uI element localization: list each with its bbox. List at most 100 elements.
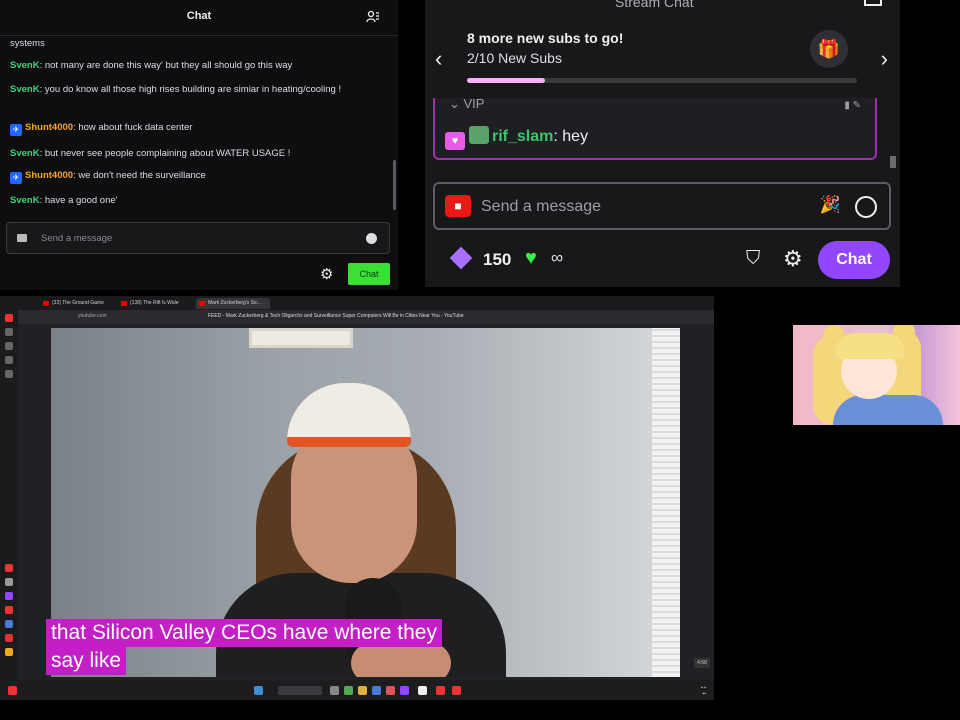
- taskbar-icon[interactable]: [436, 686, 445, 695]
- sub-goal-progress-bar: [467, 78, 857, 83]
- wall-frame: [249, 328, 353, 348]
- page-title: FEED - Mark Zuckerberg & Tech Oligarchs …: [208, 313, 464, 319]
- caption-line: say like: [46, 647, 127, 675]
- taskbar-icon[interactable]: [400, 686, 409, 695]
- sidebar-icon[interactable]: [5, 620, 13, 628]
- chevron-left-icon[interactable]: ‹: [435, 46, 442, 72]
- person-face: [291, 423, 417, 583]
- shield-icon[interactable]: ⛉: [746, 248, 760, 270]
- chat-message: ✈ Shunt4000: how about fuck data center: [10, 122, 386, 136]
- sidebar-icon[interactable]: [5, 578, 13, 586]
- taskbar-icon[interactable]: [452, 686, 461, 695]
- browser-window: (33) The Ground Game (138) The Rift Is W…: [0, 296, 714, 700]
- sidebar-icon[interactable]: [5, 606, 13, 614]
- chat-username[interactable]: Shunt4000: [25, 170, 73, 181]
- chat-header: Chat: [0, 0, 398, 36]
- sub-goal-headline: 8 more new subs to go!: [467, 30, 624, 46]
- stream-chat-title: Stream Chat: [615, 0, 694, 10]
- window-blind: [652, 328, 680, 677]
- emote-picker-icon[interactable]: [855, 196, 877, 218]
- gift-icon[interactable]: 🎁: [810, 30, 848, 68]
- chat-username[interactable]: SvenK: [10, 148, 40, 159]
- chat-input[interactable]: Send a message: [6, 222, 390, 254]
- chat-username[interactable]: rif_slam: [492, 128, 553, 145]
- os-taskbar: ▪ ▪ ▪▪: [0, 680, 714, 700]
- party-popper-icon[interactable]: 🎉: [820, 195, 841, 215]
- left-chat-panel: Chat systems SvenK: not many are done th…: [0, 0, 398, 290]
- chat-send-button[interactable]: Chat: [818, 241, 890, 279]
- sidebar-icon[interactable]: [5, 648, 13, 656]
- taskbar-icon[interactable]: [418, 686, 427, 695]
- chat-scrollbar[interactable]: [393, 160, 396, 210]
- chat-settings-gear-icon[interactable]: ⚙: [320, 265, 333, 283]
- chat-settings-gear-icon[interactable]: ⚙: [783, 246, 803, 272]
- community-icon[interactable]: [366, 10, 380, 24]
- taskbar-icon[interactable]: [358, 686, 367, 695]
- chevron-right-icon[interactable]: ›: [881, 46, 888, 72]
- browser-tab[interactable]: (138) The Rift Is Wide: [118, 298, 194, 309]
- emote-picker-icon[interactable]: [366, 233, 377, 244]
- chat-send-button[interactable]: Chat: [348, 263, 390, 285]
- sidebar-icon[interactable]: [5, 356, 13, 364]
- browser-sidebar: [0, 310, 18, 684]
- chat-message: SvenK: but never see people complaining …: [10, 148, 386, 160]
- collapse-icon[interactable]: [864, 0, 882, 6]
- channel-points-icon[interactable]: [449, 246, 473, 270]
- chat-username[interactable]: SvenK: [10, 84, 40, 95]
- chat-message: ✈ Shunt4000: we don't need the surveillan…: [10, 170, 386, 184]
- chat-title: Chat: [186, 10, 212, 22]
- sidebar-icon[interactable]: [5, 370, 13, 378]
- message-text: : but never see people complaining about…: [39, 148, 291, 159]
- sub-goal-banner: ‹ 8 more new subs to go! 2/10 New Subs 🎁…: [425, 22, 900, 92]
- chat-message: SvenK: not many are done this way' but t…: [10, 60, 386, 72]
- camera-icon[interactable]: [17, 234, 27, 242]
- prime-badge-icon: ✈: [10, 172, 22, 184]
- user-badge-icon: [469, 126, 489, 144]
- message-text: : we don't need the surveillance: [73, 170, 206, 181]
- character-bangs: [835, 333, 905, 359]
- caption-line: that Silicon Valley CEOs have where they: [46, 619, 442, 647]
- chat-message: ♥ rif_slam: hey: [445, 126, 588, 150]
- taskbar-search[interactable]: [278, 686, 322, 695]
- browser-tab[interactable]: (33) The Ground Game: [40, 298, 116, 309]
- right-chat-panel: Stream Chat ‹ 8 more new subs to go! 2/1…: [425, 0, 900, 287]
- taskbar-icon[interactable]: [372, 686, 381, 695]
- taskbar-icon[interactable]: [386, 686, 395, 695]
- video-captions: that Silicon Valley CEOs have where they…: [46, 619, 442, 675]
- sidebar-icon[interactable]: [5, 634, 13, 642]
- channel-points-count[interactable]: 150: [483, 250, 511, 270]
- start-icon[interactable]: [254, 686, 263, 695]
- chat-username[interactable]: SvenK: [10, 60, 40, 71]
- chat-username[interactable]: Shunt4000: [25, 122, 73, 133]
- browser-tab-active[interactable]: Mark Zuckerberg's Se...: [196, 298, 270, 309]
- chat-message: SvenK: you do know all those high rises …: [10, 84, 386, 96]
- sidebar-icon[interactable]: [5, 592, 13, 600]
- chat-input-placeholder: Send a message: [41, 233, 113, 244]
- youtube-icon: [199, 301, 205, 306]
- chat-scrollbar[interactable]: [890, 156, 896, 168]
- taskbar-icon[interactable]: [8, 686, 17, 695]
- pin-icon[interactable]: ▮ ✎: [844, 100, 861, 111]
- address-bar[interactable]: youtube.com FEED - Mark Zuckerberg & Tec…: [18, 310, 714, 324]
- chat-footer: 150 ♥ ∞ ⛉ ⚙ Chat: [425, 240, 900, 280]
- message-text: : have a good one': [39, 195, 118, 206]
- message-text: : you do know all those high rises build…: [39, 84, 342, 95]
- chat-input[interactable]: ■ Send a message 🎉: [433, 182, 891, 230]
- sidebar-icon[interactable]: [5, 328, 13, 336]
- sidebar-icon[interactable]: [5, 564, 13, 572]
- message-text: : how about fuck data center: [73, 122, 193, 133]
- heart-icon[interactable]: ♥: [525, 247, 537, 270]
- chat-username[interactable]: SvenK: [10, 195, 40, 206]
- taskbar-icon[interactable]: [330, 686, 339, 695]
- sub-goal-progress-text: 2/10 New Subs: [467, 50, 562, 66]
- youtube-icon: [121, 301, 127, 306]
- chat-message: systems: [10, 38, 386, 50]
- vip-message-box: ⌄ VIP ▮ ✎ ♥ rif_slam: hey: [433, 96, 877, 160]
- youtube-icon: [43, 301, 49, 306]
- camera-icon[interactable]: ■: [445, 195, 471, 217]
- sidebar-icon[interactable]: [5, 342, 13, 350]
- sidebar-icon[interactable]: [5, 314, 13, 322]
- taskbar-icon[interactable]: [344, 686, 353, 695]
- person-cap: [287, 383, 411, 447]
- message-text: : hey: [553, 128, 589, 145]
